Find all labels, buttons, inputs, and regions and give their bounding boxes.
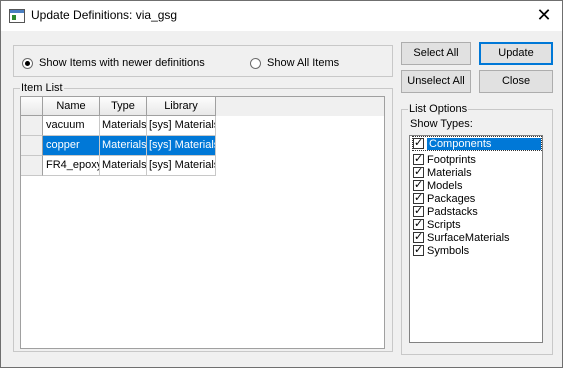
checkbox-scripts[interactable] xyxy=(413,217,424,230)
update-button[interactable]: Update xyxy=(479,42,553,65)
show-types-label: Show Types: xyxy=(410,118,473,130)
cell-library[interactable]: [sys] Materials xyxy=(147,136,216,156)
type-item-materials[interactable]: Materials xyxy=(413,165,541,179)
type-item-surfacematerials[interactable]: SurfaceMaterials xyxy=(413,230,541,244)
row-header[interactable] xyxy=(21,136,43,156)
type-label-packages: Packages xyxy=(427,192,476,205)
cell-type[interactable]: Materials xyxy=(100,136,147,156)
cell-type[interactable]: Materials xyxy=(100,116,147,136)
cell-name[interactable]: copper xyxy=(43,136,100,156)
checkbox-surfacematerials[interactable] xyxy=(413,230,424,243)
cell-name[interactable]: FR4_epoxy xyxy=(43,156,100,176)
type-item-symbols[interactable]: Symbols xyxy=(413,243,541,257)
close-window-icon[interactable]: ✕ xyxy=(534,5,554,25)
type-label-models: Models xyxy=(427,179,463,192)
radio-newer-label: Show Items with newer definitions xyxy=(39,57,205,69)
show-types-list[interactable]: Components Footprints Materials Models P… xyxy=(409,135,543,343)
type-label-symbols: Symbols xyxy=(427,244,470,257)
radio-all-label: Show All Items xyxy=(267,57,340,69)
type-label-surfacematerials: SurfaceMaterials xyxy=(427,231,510,244)
unselect-all-button[interactable]: Unselect All xyxy=(401,70,471,93)
select-all-button[interactable]: Select All xyxy=(401,42,471,65)
item-grid[interactable]: Name Type Library vacuum Materials [sys]… xyxy=(20,96,385,349)
radio-show-newer[interactable]: Show Items with newer definitions xyxy=(22,57,205,69)
table-row[interactable]: vacuum Materials [sys] Materials xyxy=(21,116,216,136)
item-list-label: Item List xyxy=(20,82,64,94)
column-header-type[interactable]: Type xyxy=(100,97,147,116)
radio-newer-indicator[interactable] xyxy=(22,57,33,69)
filter-group: Show Items with newer definitions Show A… xyxy=(13,45,393,77)
window-title: Update Definitions: via_gsg xyxy=(31,8,178,22)
radio-show-all[interactable]: Show All Items xyxy=(250,57,339,69)
title-bar[interactable]: Update Definitions: via_gsg ✕ xyxy=(1,1,562,31)
type-label-materials: Materials xyxy=(427,166,472,179)
app-window-icon xyxy=(9,9,25,23)
checkbox-padstacks[interactable] xyxy=(413,204,424,217)
type-item-components[interactable]: Components xyxy=(412,136,542,151)
row-header[interactable] xyxy=(21,116,43,136)
cell-type[interactable]: Materials xyxy=(100,156,147,176)
cell-library[interactable]: [sys] Materials xyxy=(147,116,216,136)
column-header-name[interactable]: Name xyxy=(43,97,100,116)
type-label-footprints: Footprints xyxy=(427,153,476,166)
checkbox-packages[interactable] xyxy=(413,191,424,204)
type-item-models[interactable]: Models xyxy=(413,178,541,192)
table-row[interactable]: copper Materials [sys] Materials xyxy=(21,136,216,156)
dialog-window: Update Definitions: via_gsg ✕ Show Items… xyxy=(0,0,563,368)
cell-name[interactable]: vacuum xyxy=(43,116,100,136)
cell-library[interactable]: [sys] Materials xyxy=(147,156,216,176)
radio-all-indicator[interactable] xyxy=(250,57,261,69)
checkbox-materials[interactable] xyxy=(413,165,424,178)
checkbox-models[interactable] xyxy=(413,178,424,191)
list-options-label: List Options xyxy=(408,103,469,115)
grid-corner[interactable] xyxy=(21,97,43,116)
type-item-footprints[interactable]: Footprints xyxy=(413,152,541,166)
type-label-padstacks: Padstacks xyxy=(427,205,478,218)
close-button[interactable]: Close xyxy=(479,70,553,93)
type-item-scripts[interactable]: Scripts xyxy=(413,217,541,231)
type-label-scripts: Scripts xyxy=(427,218,461,231)
column-header-library[interactable]: Library xyxy=(147,97,216,116)
type-label-components: Components xyxy=(427,137,541,150)
row-header[interactable] xyxy=(21,156,43,176)
checkbox-symbols[interactable] xyxy=(413,243,424,256)
grid-header: Name Type Library xyxy=(21,97,384,116)
type-item-packages[interactable]: Packages xyxy=(413,191,541,205)
checkbox-components[interactable] xyxy=(413,136,424,149)
table-row[interactable]: FR4_epoxy Materials [sys] Materials xyxy=(21,156,216,176)
checkbox-footprints[interactable] xyxy=(413,152,424,165)
type-item-padstacks[interactable]: Padstacks xyxy=(413,204,541,218)
